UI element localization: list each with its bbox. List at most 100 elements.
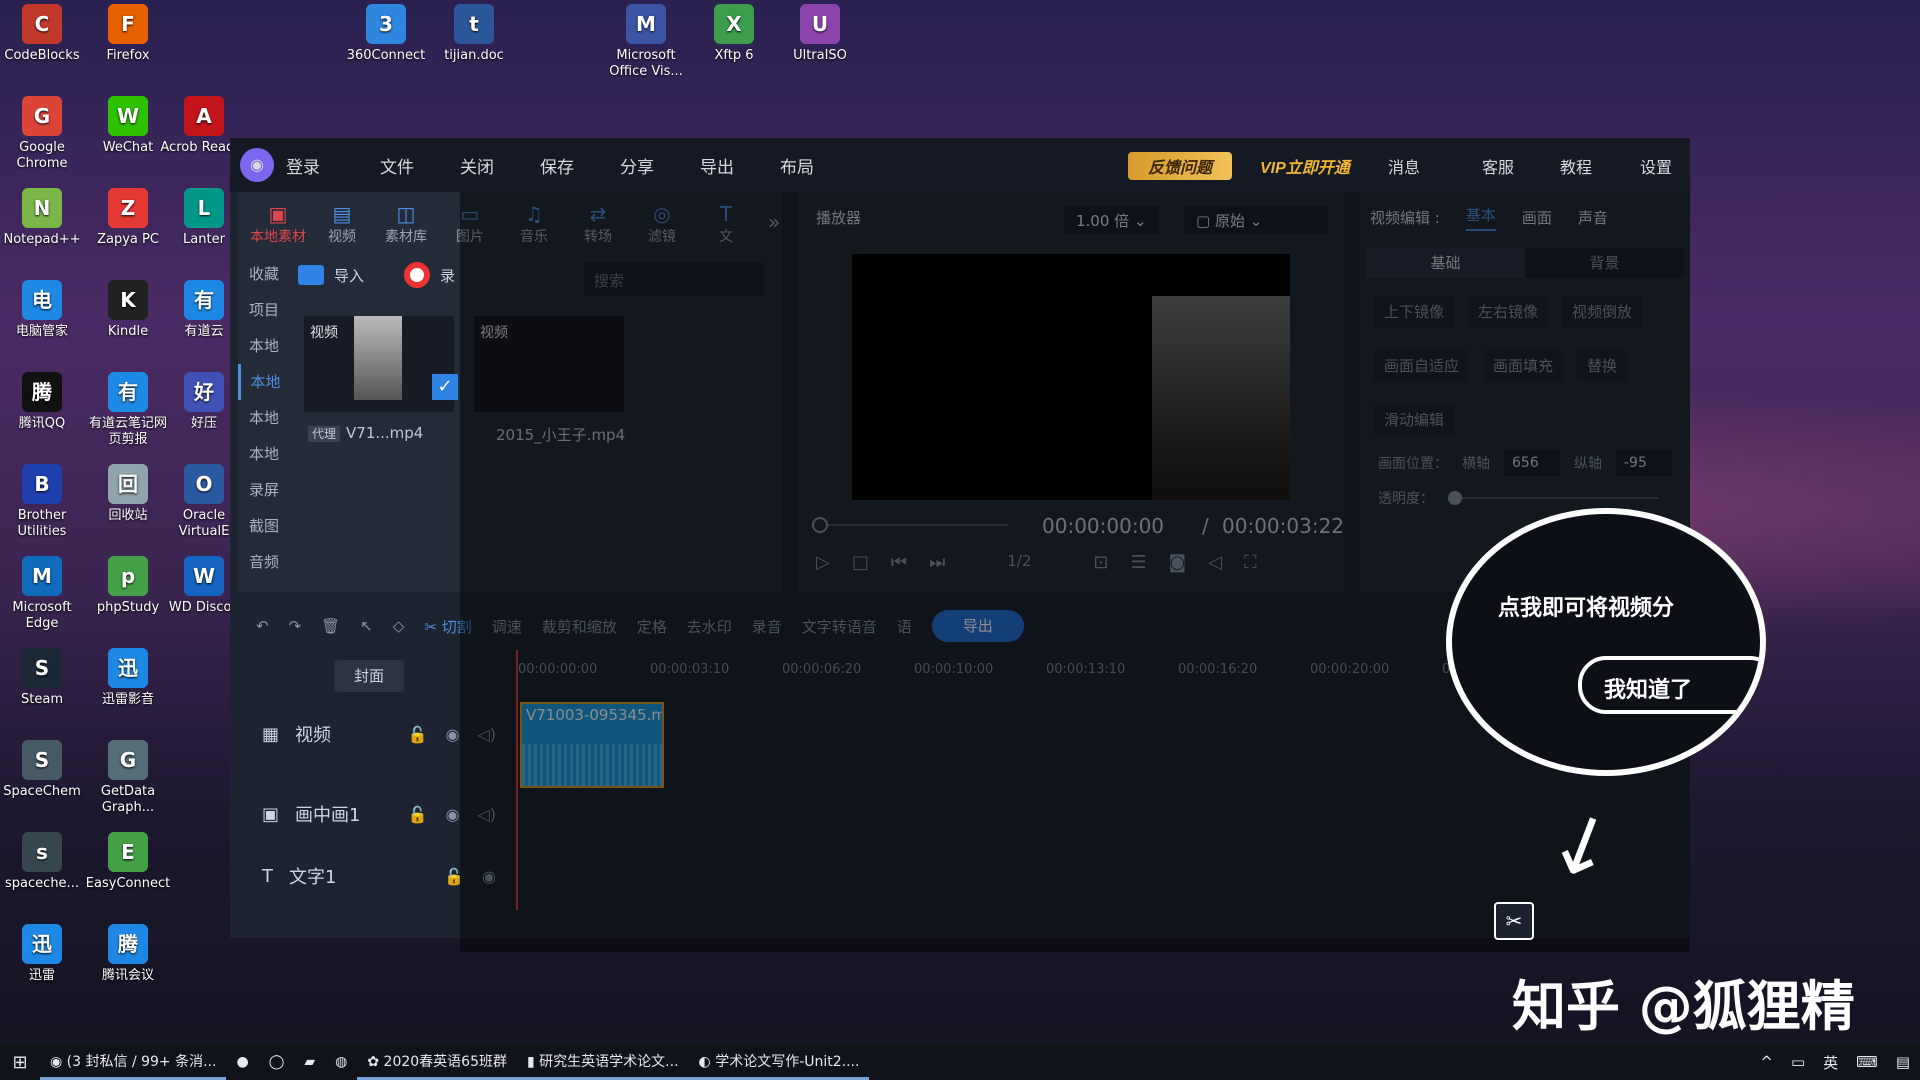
feedback-button[interactable]: 反馈问题 [1128,152,1232,180]
desktop-icon[interactable]: 迅迅雷影音 [84,648,172,708]
desktop-icon-label: Microsoft Office Vis... [609,48,683,79]
desktop-icon[interactable]: 回回收站 [84,464,172,524]
menu-save[interactable]: 保存 [540,153,574,178]
desktop-icon[interactable]: 3 360Connect [342,4,430,64]
media-sidebar-item[interactable]: 本地 [238,364,290,400]
desktop-icon[interactable]: t tijian.doc [430,4,518,64]
eye-icon[interactable]: ◉ [445,725,459,744]
tutorial-tip: 点我即可将视频分 我知道了 [1446,508,1766,776]
desktop-icon[interactable]: F Firefox [84,4,172,64]
youdao-clipper-icon: 有 [108,372,148,412]
taskbar-chrome[interactable]: ◉ (3 封私信 / 99+ 条消... [40,1044,227,1080]
desktop-icon[interactable]: 迅迅雷 [0,924,86,984]
easyconnect-icon: E [108,832,148,872]
notification-icon[interactable]: ▤ [1896,1053,1910,1071]
desktop-icon[interactable]: N Notepad++ [0,188,86,248]
desktop-icon[interactable]: 腾腾讯QQ [0,372,86,432]
checked-icon[interactable]: ✓ [432,374,458,400]
desktop-icon[interactable]: E EasyConnect [84,832,172,892]
import-button[interactable]: 导入 [334,265,364,286]
marker-icon[interactable]: ◇ [393,617,405,635]
desktop-icon-label: 腾讯QQ [18,416,66,431]
media-sidebar-item[interactable]: 录屏 [238,472,290,508]
tray-chevron-icon[interactable]: ^ [1760,1053,1773,1071]
youdao-cloud-icon: 有 [184,280,224,320]
desktop-icon[interactable]: K Kindle [84,280,172,340]
record-button[interactable]: 录 [440,265,455,286]
desktop-icon-label: phpStudy [96,600,160,615]
desktop-icon[interactable]: Z Zapya PC [84,188,172,248]
select-tool-icon[interactable]: ↖ [360,617,373,635]
got-it-button[interactable]: 我知道了 [1578,656,1760,714]
desktop-icon-label: Notepad++ [3,232,81,247]
import-icon[interactable] [298,265,324,285]
media-item-1-name: 代理 V71...mp4 [308,424,423,442]
redo-icon[interactable]: ↷ [289,617,302,635]
menu-layout[interactable]: 布局 [780,153,814,178]
media-sidebar-item[interactable]: 本地 [238,400,290,436]
desktop-icon-label: EasyConnect [85,876,171,891]
desktop-icon[interactable]: p phpStudy [84,556,172,616]
media-tab[interactable]: ◫ 素材库 [374,192,438,256]
messages-button[interactable]: 消息 [1388,154,1420,178]
taskbar-notes-icon[interactable]: ▰ [294,1044,325,1080]
tray-network-icon[interactable]: ▭ [1791,1053,1805,1071]
desktop-icon[interactable]: 电电脑管家 [0,280,86,340]
desktop-icon[interactable]: G Google Chrome [0,96,86,172]
desktop-icon[interactable]: B Brother Utilities [0,464,86,540]
desktop-icon[interactable]: U UltraISO [776,4,864,64]
media-sidebar-item[interactable]: 项目 [238,292,290,328]
settings-button[interactable]: 设置 [1640,154,1672,178]
desktop-icon[interactable]: X Xftp 6 [690,4,778,64]
taskbar-search-icon[interactable]: ◯ [259,1044,295,1080]
desktop-icon[interactable]: M Microsoft Office Vis... [602,4,690,80]
undo-icon[interactable]: ↶ [256,617,269,635]
firefox-icon: F [108,4,148,44]
desktop-icon[interactable]: W WeChat [84,96,172,156]
scissors-icon[interactable]: ✂ [1494,902,1534,940]
desktop-icon[interactable]: S Steam [0,648,86,708]
windows-start-icon[interactable]: ⊞ [0,1052,40,1073]
media-item-tag: 视频 [310,325,338,341]
media-item-1[interactable]: 视频 ✓ [304,316,458,412]
eye-icon[interactable]: ◉ [445,805,459,824]
desktop-icon[interactable]: S SpaceChem [0,740,86,800]
taskbar-wechat-label: 2020春英语65班群 [383,1054,507,1070]
ime-indicator[interactable]: 英 [1823,1052,1838,1073]
menu-file[interactable]: 文件 [380,153,414,178]
desktop-icon[interactable]: M Microsoft Edge [0,556,86,632]
record-icon[interactable] [404,262,431,288]
steam-icon: S [22,648,62,688]
media-tab[interactable]: ▣ 本地素材 [246,192,310,256]
ultraiso-icon: U [800,4,840,44]
media-tab[interactable]: ▤ 视频 [310,192,374,256]
support-button[interactable]: 客服 [1482,154,1514,178]
taskbar-wechat-group[interactable]: ✿ 2020春英语65班群 [357,1044,517,1080]
desktop-icon[interactable]: G GetData Graph... [84,740,172,816]
taskbar-doc-2[interactable]: ◐ 学术论文写作-Unit2.... [688,1044,870,1080]
desktop-icon[interactable]: C CodeBlocks [0,4,86,64]
menu-export[interactable]: 导出 [700,153,734,178]
menu-close[interactable]: 关闭 [460,153,494,178]
taskbar-app-icon[interactable]: ◍ [325,1044,357,1080]
media-sidebar-item[interactable]: 截图 [238,508,290,544]
tutorial-button[interactable]: 教程 [1560,154,1592,178]
desktop-icon-label: UltraISO [793,48,847,63]
taskbar-doc-1[interactable]: ▮ 研究生英语学术论文... [517,1044,689,1080]
delete-icon[interactable]: 🗑 [321,617,340,635]
cover-button[interactable]: 封面 [334,660,404,692]
login-button[interactable]: 登录 [286,153,320,178]
taskbar-firefox-icon[interactable]: ● [226,1044,258,1080]
tray-keyboard-icon[interactable]: ⌨ [1856,1053,1878,1071]
vip-button[interactable]: VIP立即开通 [1260,154,1350,178]
media-sidebar-item[interactable]: 本地 [238,328,290,364]
media-sidebar-item[interactable]: 本地 [238,436,290,472]
media-sidebar-item[interactable]: 音频 [238,544,290,580]
media-sidebar-item[interactable]: 收藏 [238,256,290,292]
desktop-icon[interactable]: s spaceche... [0,832,86,892]
lock-icon[interactable]: 🔓 [408,725,428,744]
desktop-icon[interactable]: 腾腾讯会议 [84,924,172,984]
desktop-icon[interactable]: 有有道云笔记网页剪报 [84,372,172,448]
lock-icon[interactable]: 🔓 [408,805,428,824]
menu-share[interactable]: 分享 [620,153,654,178]
